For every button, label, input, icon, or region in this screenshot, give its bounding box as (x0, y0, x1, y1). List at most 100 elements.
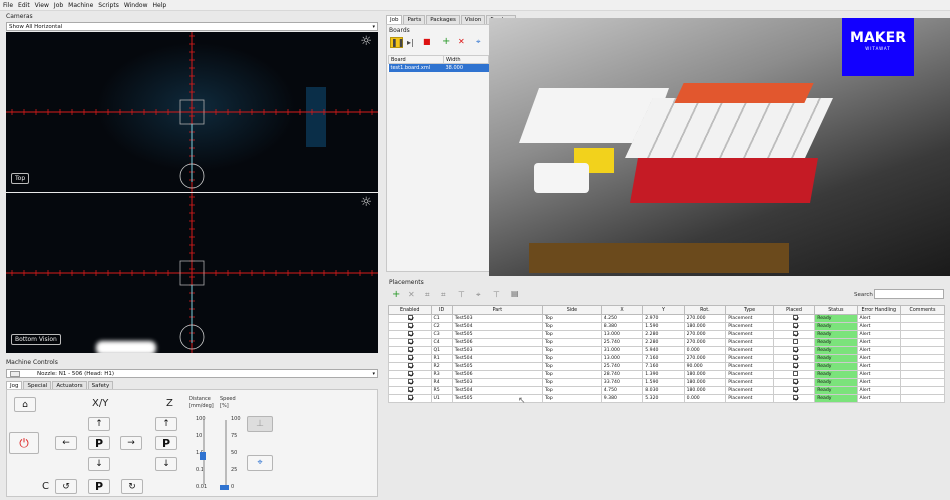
enabled-checkbox[interactable] (408, 387, 414, 392)
table-row[interactable]: Q1 Test503 Top 31.000 5.940 0.000 Placement Rea… (388, 346, 945, 355)
jog-x-minus-button[interactable]: ← (55, 436, 77, 450)
placed-checkbox[interactable] (792, 347, 798, 352)
col-header-side[interactable]: Side (542, 305, 602, 315)
tab-job[interactable]: Job (386, 15, 403, 24)
tab-parts[interactable]: Parts (403, 15, 426, 24)
edit-feeder-button[interactable]: ▤ (511, 289, 519, 298)
enabled-checkbox[interactable] (408, 331, 414, 336)
col-header-status[interactable]: Status (814, 305, 858, 315)
camera-view-select[interactable]: Show All Horizontal ▾ (6, 22, 378, 31)
enabled-checkbox[interactable] (408, 363, 414, 368)
power-button[interactable]: ⏻ (9, 432, 39, 454)
table-row[interactable]: C1 Test503 Top 4.250 2.970 270.000 Placement Re… (388, 314, 945, 323)
park-z-button[interactable]: P (155, 436, 177, 450)
placed-checkbox[interactable] (792, 323, 798, 328)
brightness-icon[interactable]: ☼ (360, 34, 372, 49)
nozzle-select[interactable]: Nozzle: N1 - 506 (Head: H1) ▾ (6, 369, 378, 378)
jog-y-plus-button[interactable]: ↑ (88, 417, 110, 431)
col-header-type[interactable]: Type (725, 305, 774, 315)
jog-x-plus-button[interactable]: → (120, 436, 142, 450)
enabled-checkbox[interactable] (408, 323, 414, 328)
add-placement-button[interactable]: + (392, 289, 400, 300)
placed-checkbox[interactable] (792, 331, 798, 336)
distance-slider-thumb[interactable] (200, 452, 206, 460)
menu-item-window[interactable]: Window (124, 2, 148, 9)
col-header-placed[interactable]: Placed (772, 305, 816, 315)
col-header-id[interactable]: ID (430, 305, 453, 315)
tab-packages[interactable]: Packages (426, 15, 460, 24)
menu-item-machine[interactable]: Machine (68, 2, 93, 9)
table-row[interactable]: R5 Test504 Top 4.750 8.030 180.000 Placement Re… (388, 386, 945, 395)
enabled-checkbox[interactable] (408, 371, 414, 376)
col-header-error-handling[interactable]: Error Handling (856, 305, 902, 315)
stop-button[interactable]: ■ (423, 37, 431, 46)
table-row[interactable]: C4 Test506 Top 25.740 2.280 270.000 Placement R… (388, 338, 945, 347)
target-camera-button[interactable]: ⌖ (247, 455, 273, 471)
capture-camera-button[interactable]: ⌖ (476, 290, 481, 300)
enabled-checkbox[interactable] (408, 355, 414, 360)
position-nozzle-button[interactable]: ⊤ (458, 290, 465, 299)
table-row[interactable]: U1 Test505 Top 9.380 5.320 0.000 Placement Read… (388, 394, 945, 403)
col-header-y[interactable]: Y (642, 305, 685, 315)
col-header-part[interactable]: Part (451, 305, 544, 315)
placed-checkbox[interactable] (792, 387, 798, 392)
park-c-button[interactable]: P (88, 479, 110, 494)
rotate-ccw-button[interactable]: ↺ (55, 479, 77, 494)
bottom-camera-view[interactable]: Bottom Vision ☼ (6, 193, 378, 353)
enabled-checkbox[interactable] (408, 347, 414, 352)
top-camera-view[interactable]: Top ☼ (6, 32, 378, 192)
step-button[interactable]: ▸| (407, 38, 414, 47)
table-row[interactable]: test1.board.xml 38.000 (388, 63, 489, 72)
table-row[interactable]: C3 Test505 Top 13.000 2.280 270.000 Placement R… (388, 330, 945, 339)
placed-checkbox[interactable] (792, 355, 798, 360)
menu-item-job[interactable]: Job (54, 2, 63, 9)
menu-item-edit[interactable]: Edit (18, 2, 30, 9)
pause-button[interactable]: ❚❚ (390, 37, 404, 48)
remove-placement-button[interactable]: ✕ (408, 290, 415, 299)
position-camera-button[interactable]: ⌗ (425, 290, 430, 300)
col-header-enabled[interactable]: Enabled (388, 305, 432, 315)
home-button[interactable]: ⌂ (14, 397, 36, 412)
menu-item-file[interactable]: File (3, 2, 13, 9)
table-row[interactable]: R3 Test506 Top 28.740 1.390 180.000 Placement R… (388, 370, 945, 379)
rotate-cw-button[interactable]: ↻ (121, 479, 143, 494)
enabled-checkbox[interactable] (408, 315, 414, 320)
top-camera-reticle (6, 32, 378, 192)
table-row[interactable]: R4 Test503 Top 33.740 1.590 180.000 Placement R… (388, 378, 945, 387)
actuator-button[interactable]: ⊥ (247, 416, 273, 432)
table-row[interactable]: R1 Test504 Top 13.000 7.160 270.000 Placement R… (388, 354, 945, 363)
jog-z-minus-button[interactable]: ↓ (155, 457, 177, 471)
col-header-rot[interactable]: Rot. (683, 305, 727, 315)
jog-y-minus-button[interactable]: ↓ (88, 457, 110, 471)
brightness-icon[interactable]: ☼ (360, 195, 372, 210)
menu-item-view[interactable]: View (35, 2, 49, 9)
position-board-button[interactable]: ⌖ (476, 37, 481, 47)
col-header-x[interactable]: X (600, 305, 644, 315)
speed-slider-thumb[interactable] (220, 485, 229, 490)
add-board-button[interactable]: + (442, 36, 450, 47)
placed-checkbox[interactable] (792, 363, 798, 368)
remove-board-button[interactable]: ✕ (458, 37, 465, 46)
placed-checkbox[interactable] (792, 315, 798, 320)
menu-item-scripts[interactable]: Scripts (98, 2, 119, 9)
table-row[interactable]: C2 Test504 Top 8.380 1.590 180.000 Placement Re… (388, 322, 945, 331)
placed-checkbox[interactable] (792, 339, 798, 344)
placed-checkbox[interactable] (792, 395, 798, 400)
col-header-comments[interactable]: Comments (900, 305, 945, 315)
capture-nozzle-button[interactable]: ⊤ (493, 290, 500, 299)
park-xy-button[interactable]: P (88, 436, 110, 450)
placed-checkbox[interactable] (792, 379, 798, 384)
tab-vision[interactable]: Vision (460, 15, 486, 24)
menu-item-help[interactable]: Help (153, 2, 167, 9)
placed-checkbox[interactable] (792, 371, 798, 376)
nozzle-icon (10, 371, 20, 377)
enabled-checkbox[interactable] (408, 379, 414, 384)
enabled-checkbox[interactable] (408, 395, 414, 400)
x-cell: 13.000 (600, 330, 644, 339)
position-camera-edge-button[interactable]: ⌗ (441, 290, 446, 300)
search-input[interactable] (874, 289, 944, 299)
speed-slider-track[interactable] (225, 420, 227, 485)
table-row[interactable]: R2 Test505 Top 25.740 7.160 90.000 Placement Re… (388, 362, 945, 371)
jog-z-plus-button[interactable]: ↑ (155, 417, 177, 431)
enabled-checkbox[interactable] (408, 339, 414, 344)
